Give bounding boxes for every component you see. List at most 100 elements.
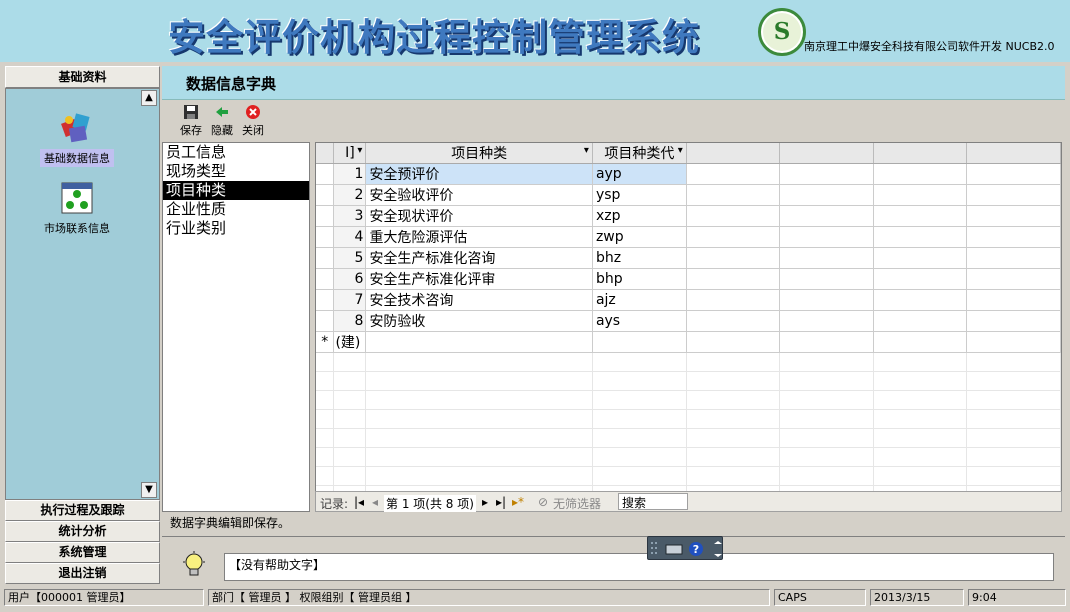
hide-label: 隐藏 — [211, 124, 233, 137]
cell-id[interactable]: 5 — [333, 247, 367, 269]
filter-status[interactable]: 无筛选器 — [553, 495, 601, 512]
ime-toolbar[interactable]: ? — [647, 536, 723, 560]
keyboard-icon[interactable] — [665, 544, 683, 555]
help-icon[interactable]: ? — [689, 542, 703, 556]
nav-logout[interactable]: 退出注销 — [5, 563, 160, 584]
table-row[interactable]: 5 安全生产标准化咨询 bhz — [316, 247, 1061, 269]
table-row[interactable]: 2 安全验收评价 ysp — [316, 184, 1061, 206]
cell-name[interactable]: 安全生产标准化评审 — [365, 268, 593, 290]
cell-name[interactable]: 安防验收 — [365, 310, 593, 332]
table-row[interactable]: 4 重大危险源评估 zwp — [316, 226, 1061, 248]
cell-code[interactable]: bhz — [592, 247, 687, 269]
row-selector[interactable] — [316, 268, 335, 290]
status-dept: 部门【 管理员 】 权限组别【 管理员组 】 — [208, 589, 770, 606]
row-selector[interactable] — [316, 163, 335, 185]
status-user: 用户【000001 管理员】 — [4, 589, 204, 606]
sidebar-item-basic-data[interactable]: 基础数据信息 — [16, 111, 138, 167]
category-item[interactable]: 现场类型 — [163, 162, 309, 181]
new-record-icon[interactable]: ▸* — [512, 495, 524, 509]
save-icon — [183, 104, 199, 120]
column-header-id[interactable]: I] — [333, 143, 367, 164]
new-record-row[interactable]: * (建) — [316, 331, 1061, 353]
main-content: 数据信息字典 保存 隐藏 关闭 员工信息 现场类型 项目种类 企业性质 行业类别 — [162, 66, 1065, 586]
search-input[interactable]: 搜索 — [618, 493, 688, 510]
nav-system-management[interactable]: 系统管理 — [5, 542, 160, 563]
record-position[interactable]: 第 1 项(共 8 项) — [384, 495, 476, 512]
hide-button[interactable]: 隐藏 — [205, 102, 239, 140]
svg-text:?: ? — [693, 543, 699, 556]
table-row[interactable]: 7 安全技术咨询 ajz — [316, 289, 1061, 311]
database-icon — [60, 111, 94, 145]
close-button[interactable]: 关闭 — [236, 102, 270, 140]
table-row[interactable]: 3 安全现状评价 xzp — [316, 205, 1061, 227]
table-row[interactable]: 6 安全生产标准化评审 bhp — [316, 268, 1061, 290]
save-button[interactable]: 保存 — [174, 102, 208, 140]
help-area: 【没有帮助文字】 — [162, 536, 1065, 586]
sidebar-item-label: 市场联系信息 — [44, 222, 110, 235]
next-record-icon[interactable]: ▸ — [482, 495, 488, 509]
status-caps: CAPS — [774, 589, 866, 606]
status-time: 9:04 — [968, 589, 1066, 606]
column-header-item-code[interactable]: 项目种类代 — [592, 143, 687, 164]
company-logo: S — [758, 8, 806, 56]
row-selector[interactable] — [316, 310, 335, 332]
prev-record-icon[interactable]: ◂ — [372, 495, 378, 509]
row-selector[interactable] — [316, 205, 335, 227]
cell-name[interactable]: 安全生产标准化咨询 — [365, 247, 593, 269]
scroll-up-button[interactable]: ▲ — [141, 90, 157, 106]
row-selector[interactable] — [316, 226, 335, 248]
cell-id[interactable]: 8 — [333, 310, 367, 332]
cell-code[interactable]: xzp — [592, 205, 687, 227]
new-row-code[interactable] — [592, 331, 687, 353]
cell-name[interactable]: 安全现状评价 — [365, 205, 593, 227]
sidebar-item-label: 基础数据信息 — [40, 149, 114, 167]
toolbar: 保存 隐藏 关闭 — [162, 102, 1065, 140]
cell-name[interactable]: 安全预评价 — [365, 163, 593, 185]
save-label: 保存 — [180, 124, 202, 137]
cell-code[interactable]: ayp — [592, 163, 687, 185]
cell-id[interactable]: 3 — [333, 205, 367, 227]
empty-column — [779, 143, 874, 164]
cell-name[interactable]: 重大危险源评估 — [365, 226, 593, 248]
cell-id[interactable]: 7 — [333, 289, 367, 311]
category-item[interactable]: 行业类别 — [163, 219, 309, 238]
row-selector[interactable] — [316, 289, 335, 311]
empty-column — [686, 143, 781, 164]
first-record-icon[interactable]: |◂ — [354, 495, 364, 509]
cell-code[interactable]: ysp — [592, 184, 687, 206]
nav-execution-tracking[interactable]: 执行过程及跟踪 — [5, 500, 160, 521]
category-item[interactable]: 员工信息 — [163, 143, 309, 162]
column-header-item-type[interactable]: 项目种类 — [365, 143, 593, 164]
row-selector[interactable] — [316, 247, 335, 269]
cell-name[interactable]: 安全技术咨询 — [365, 289, 593, 311]
filter-icon: ⊘ — [538, 495, 549, 509]
status-message: 数据字典编辑即保存。 — [170, 516, 291, 530]
table-row[interactable]: 1 安全预评价 ayp — [316, 163, 1061, 185]
last-record-icon[interactable]: ▸| — [496, 495, 506, 509]
cell-name[interactable]: 安全验收评价 — [365, 184, 593, 206]
category-item-selected[interactable]: 项目种类 — [163, 181, 309, 200]
sidebar-item-market-contact[interactable]: 市场联系信息 — [16, 181, 138, 237]
sidebar-header[interactable]: 基础资料 — [5, 66, 160, 88]
logo-letter: S — [773, 18, 791, 45]
record-label: 记录: — [320, 497, 349, 511]
cell-code[interactable]: ajz — [592, 289, 687, 311]
record-navigator: 记录: |◂ ◂ 第 1 项(共 8 项) ▸ ▸| ▸* ⊘ 无筛选器 搜索 — [315, 491, 1062, 512]
cell-code[interactable]: bhp — [592, 268, 687, 290]
options-chevron-icon[interactable] — [714, 541, 722, 557]
nav-statistics[interactable]: 统计分析 — [5, 521, 160, 542]
scroll-down-button[interactable]: ▼ — [141, 482, 157, 498]
cell-id[interactable]: 2 — [333, 184, 367, 206]
cell-id[interactable]: 1 — [333, 163, 367, 185]
cell-id[interactable]: 4 — [333, 226, 367, 248]
new-row-name[interactable] — [365, 331, 593, 353]
row-selector[interactable] — [316, 184, 335, 206]
new-row-id[interactable]: (建) — [333, 331, 367, 353]
empty-column — [966, 143, 1061, 164]
data-table: I] 项目种类 项目种类代 1 安全预评价 ayp — [316, 143, 1061, 505]
cell-code[interactable]: zwp — [592, 226, 687, 248]
category-item[interactable]: 企业性质 — [163, 200, 309, 219]
cell-id[interactable]: 6 — [333, 268, 367, 290]
cell-code[interactable]: ays — [592, 310, 687, 332]
table-row[interactable]: 8 安防验收 ays — [316, 310, 1061, 332]
